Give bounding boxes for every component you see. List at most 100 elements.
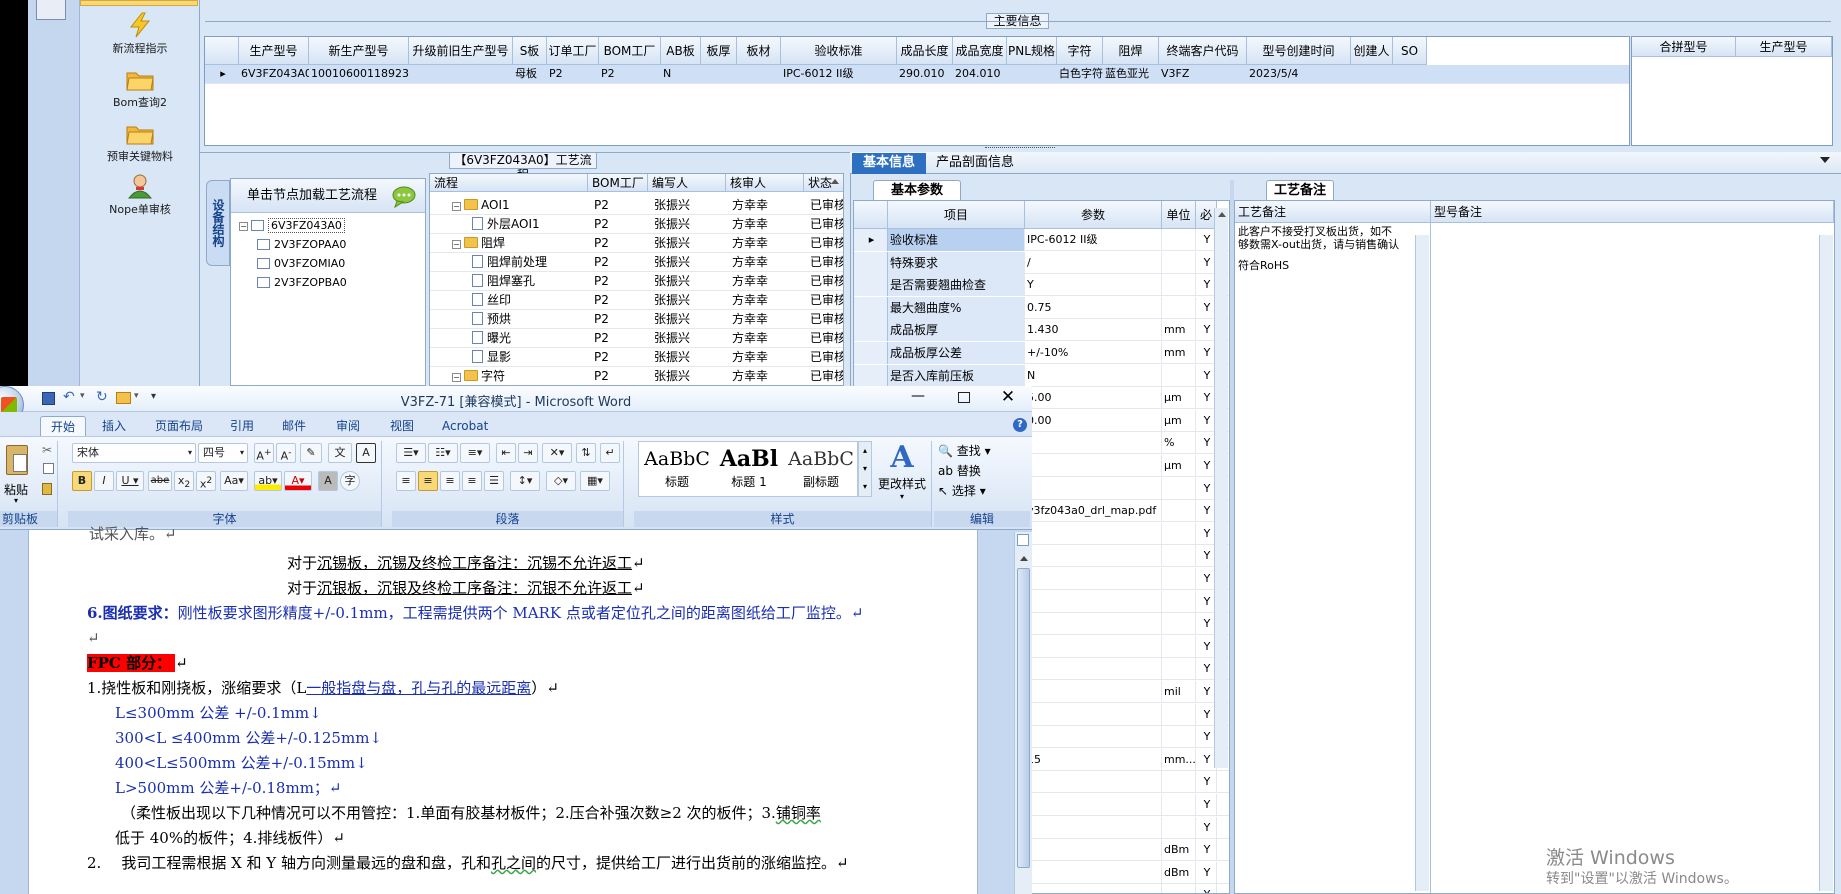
table-cell[interactable]: 1.430	[1025, 319, 1162, 342]
tab-profile-info[interactable]: 产品剖面信息	[930, 153, 1020, 173]
column-header[interactable]: 成品长度	[897, 37, 953, 65]
tree-node[interactable]: − 6V3FZ043A0	[239, 216, 345, 235]
table-cell[interactable]: 5.00	[1025, 387, 1162, 410]
column-header[interactable]: 参数	[1025, 201, 1162, 229]
table-cell[interactable]: 15	[1025, 748, 1162, 771]
char-border-button[interactable]: A	[356, 443, 376, 463]
row-indicator[interactable]	[854, 342, 888, 364]
align-right-button[interactable]: ≡	[440, 471, 460, 491]
table-cell[interactable]: IPC-6012 II级	[1025, 229, 1162, 251]
ruler-toggle-icon[interactable]	[1017, 534, 1029, 546]
column-header[interactable]: 创建人	[1351, 37, 1393, 65]
scroll-thumb[interactable]	[1017, 568, 1030, 868]
table-cell[interactable]: /	[1025, 251, 1162, 274]
find-button[interactable]: 🔍 查找 ▾	[938, 441, 991, 461]
selected-nav-item[interactable]	[80, 0, 198, 6]
align-left-button[interactable]: ≡	[396, 471, 416, 491]
style-item[interactable]: AaBl 标题 1	[715, 444, 783, 494]
tree-node[interactable]: 0V3FZOMIA0	[257, 254, 345, 273]
close-button[interactable]: ✕	[996, 387, 1020, 407]
change-case-button[interactable]: Aa▾	[220, 471, 248, 491]
table-cell[interactable]	[1025, 681, 1162, 703]
row-indicator[interactable]	[854, 251, 888, 274]
table-cell[interactable]	[1025, 568, 1162, 590]
table-cell[interactable]	[1025, 816, 1162, 839]
paste-icon[interactable]	[6, 445, 28, 475]
nav-item-bom-query[interactable]: Bom查询2	[80, 66, 200, 110]
column-header[interactable]: 板厚	[701, 37, 737, 65]
column-header[interactable]: 阻焊	[1103, 37, 1159, 65]
phonetic-guide-button[interactable]: 文	[328, 443, 352, 463]
paste-dropdown-icon[interactable]: ▾	[14, 496, 18, 505]
table-cell[interactable]	[1025, 771, 1162, 794]
row-selector-header[interactable]	[854, 201, 888, 229]
shrink-font-button[interactable]: A-	[276, 443, 296, 463]
font-size-select[interactable]: 四号 ▾	[198, 443, 248, 463]
scroll-up-icon[interactable]	[1020, 556, 1028, 561]
column-header[interactable]: 编写人	[648, 174, 726, 192]
column-header[interactable]: 核审人	[726, 174, 804, 192]
enclose-char-button[interactable]: 字	[340, 471, 360, 491]
cut-icon[interactable]: ✂	[42, 443, 52, 457]
bullets-button[interactable]: ☰▾	[396, 443, 426, 463]
ribbon-tab[interactable]: 视图	[380, 416, 424, 436]
distribute-button[interactable]: ☰	[484, 471, 504, 491]
increase-indent-button[interactable]: ⇥	[518, 443, 538, 463]
highlight-button[interactable]: ab▾	[254, 471, 282, 491]
process-remark-header[interactable]: 工艺备注	[1235, 201, 1431, 223]
nav-item-new-process[interactable]: 新流程指示	[80, 12, 200, 56]
process-grid[interactable]: 流程 BOM工厂 编写人 核审人 状态 − AOI1 P2 张振兴 方幸幸 已审核 外层AOI1 P2 张…	[429, 173, 844, 386]
load-process-header[interactable]: 单击节点加载工艺流程	[231, 179, 425, 213]
sort-button[interactable]: ⇅	[576, 443, 596, 463]
format-painter-icon[interactable]	[42, 483, 52, 495]
word-titlebar[interactable]: ↶ ▾ ↻ ▾ ▾ V3FZ-71 [兼容模式] - Microsoft Wor…	[0, 386, 1032, 424]
table-cell[interactable]	[1025, 477, 1162, 500]
replace-button[interactable]: ab 替换	[938, 461, 981, 481]
table-cell[interactable]	[1025, 794, 1162, 816]
process-remark-cell[interactable]: 此客户不接受打叉板出货，如不 够数需X-out出货，请与销售确认 符合RoHS	[1235, 223, 1431, 893]
shading-button[interactable]: ◇▾	[546, 471, 576, 491]
row-indicator[interactable]: ▸	[205, 65, 239, 83]
ribbon-tab[interactable]: Acrobat	[432, 416, 498, 436]
model-remark-header[interactable]: 型号备注	[1431, 201, 1834, 223]
column-header[interactable]: BOM工厂	[588, 174, 648, 192]
row-indicator[interactable]	[854, 296, 888, 319]
line-spacing-button[interactable]: ↕▾	[510, 471, 540, 491]
word-vertical-scrollbar[interactable]	[1014, 532, 1032, 894]
row-indicator[interactable]: ▸	[854, 229, 888, 251]
collapse-icon[interactable]: −	[452, 373, 461, 382]
merge-model-grid[interactable]: 合拼型号 生产型号	[1631, 36, 1833, 146]
row-selector-header[interactable]	[205, 37, 239, 65]
column-header[interactable]: 成品宽度	[953, 37, 1007, 65]
chinese-layout-button[interactable]: ✕▾	[542, 443, 572, 463]
underline-button[interactable]: U ▾	[116, 471, 144, 491]
table-cell[interactable]: 0.00	[1025, 409, 1162, 432]
minimize-button[interactable]: —	[904, 389, 932, 406]
ribbon-tab[interactable]: 页面布局	[145, 416, 213, 436]
column-header[interactable]: 单位	[1162, 201, 1196, 229]
help-icon[interactable]: ?	[1013, 418, 1027, 432]
table-cell[interactable]	[1025, 455, 1162, 477]
basic-params-subtab[interactable]: 基本参数	[873, 180, 961, 200]
main-info-grid[interactable]: 生产型号 新生产型号 升级前旧生产型号 S板 订单工厂 BOM工厂 AB板 板厚 板材 验收标准成…	[204, 36, 1630, 146]
strikethrough-button[interactable]: abe	[148, 471, 172, 491]
grow-font-button[interactable]: A+	[254, 443, 274, 463]
ribbon-tab[interactable]: 插入	[92, 416, 136, 436]
column-header[interactable]: 订单工厂	[547, 37, 599, 65]
column-header[interactable]: SO	[1393, 37, 1427, 65]
collapse-icon[interactable]: −	[452, 202, 461, 211]
nav-item-prereview-material[interactable]: 预审关键物料	[80, 120, 200, 164]
table-cell[interactable]	[1025, 703, 1162, 726]
basic-params-scroll-up[interactable]	[1218, 212, 1226, 217]
scroll-up-icon[interactable]	[831, 179, 839, 184]
column-header[interactable]: 项目	[888, 201, 1025, 229]
table-cell[interactable]	[1025, 839, 1162, 862]
row-indicator[interactable]	[854, 319, 888, 342]
table-cell[interactable]	[1025, 432, 1162, 455]
char-shading-button[interactable]: A	[318, 471, 338, 491]
tab-basic-info[interactable]: 基本信息	[852, 153, 926, 174]
style-item[interactable]: AaBbC 标题	[643, 444, 711, 494]
row-indicator[interactable]	[854, 274, 888, 297]
column-header[interactable]: 验收标准	[781, 37, 897, 65]
collapse-icon[interactable]: −	[239, 222, 248, 231]
